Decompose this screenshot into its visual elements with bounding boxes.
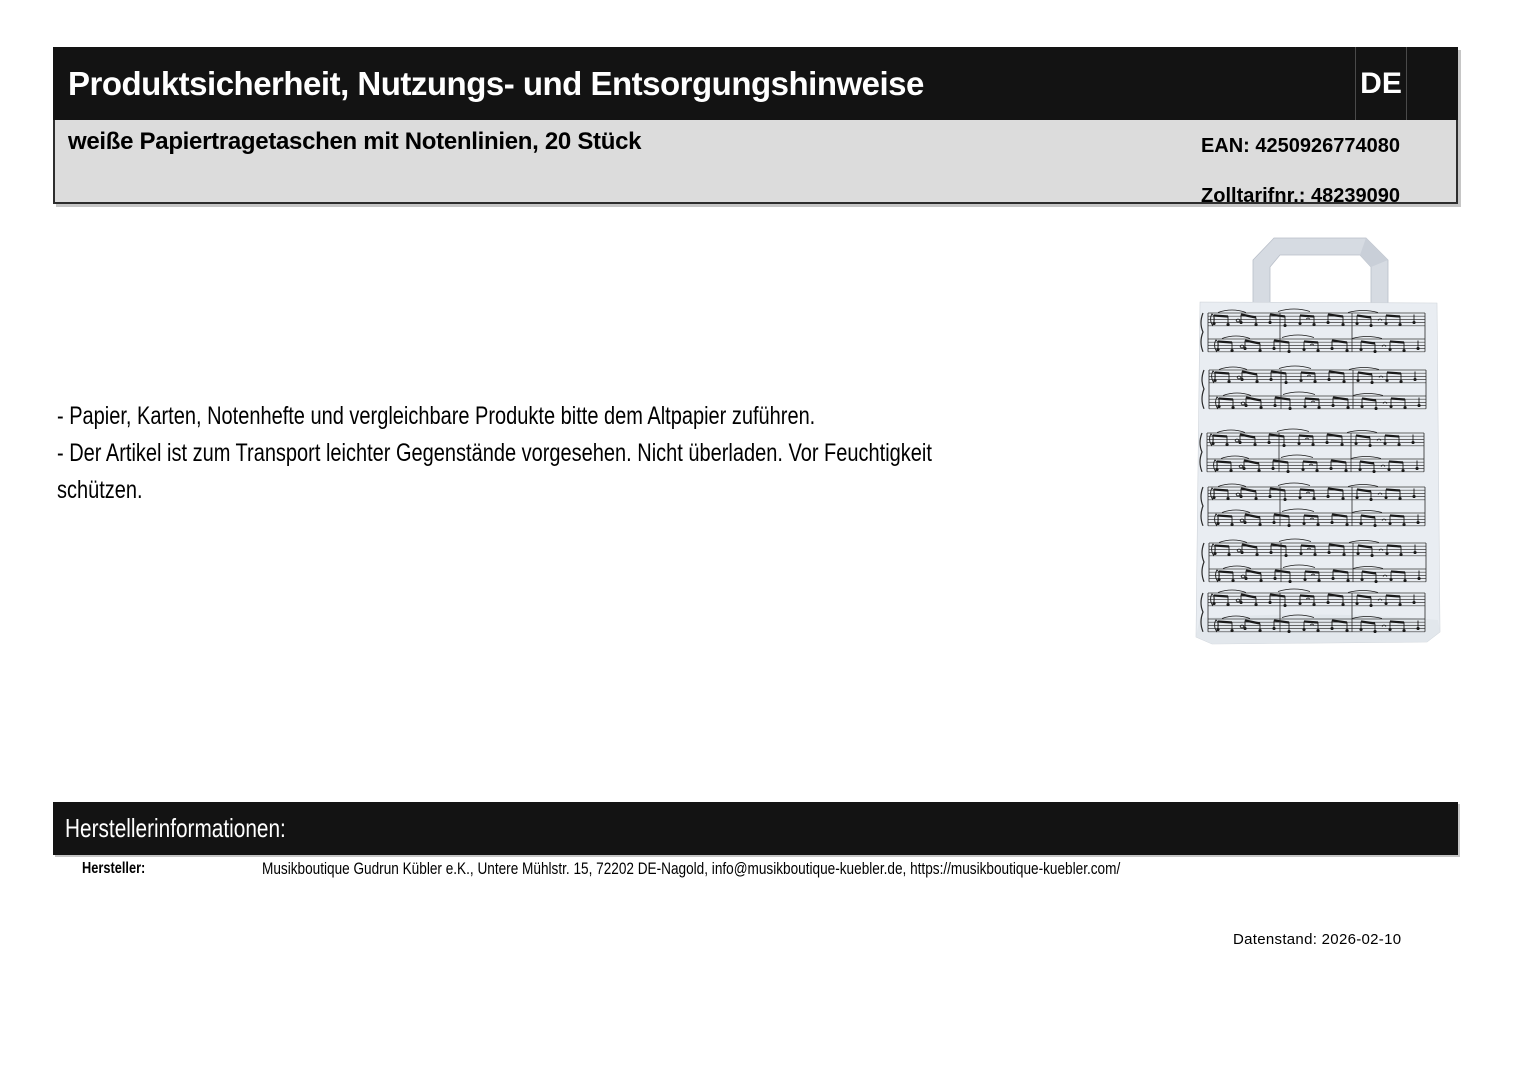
manufacturer-section-title: Herstellerinformationen: (65, 813, 286, 843)
language-code: DE (1360, 66, 1402, 100)
data-status: Datenstand: 2026-02-10 (1233, 931, 1402, 948)
note-line: schützen. (57, 476, 143, 504)
header-table: Produktsicherheit, Nutzungs- und Entsorg… (53, 47, 1458, 207)
manufacturer-section-bar: Herstellerinformationen: (53, 802, 1458, 855)
language-cell: DE (1355, 47, 1407, 120)
manufacturer-label: Hersteller: (82, 860, 146, 877)
header-title-bar: Produktsicherheit, Nutzungs- und Entsorg… (53, 47, 1458, 120)
note-line: - Papier, Karten, Notenhefte und verglei… (57, 402, 816, 430)
manufacturer-value: Musikboutique Gudrun Kübler e.K., Untere… (262, 859, 1121, 878)
product-safety-sheet: Produktsicherheit, Nutzungs- und Entsorg… (0, 0, 1520, 1075)
ean-code: EAN: 4250926774080 (1200, 135, 1400, 157)
page-title: Produktsicherheit, Nutzungs- und Entsorg… (68, 64, 924, 102)
header-product-bar: weiße Papiertragetaschen mit Notenlinien… (53, 120, 1458, 207)
product-image-bag (1195, 237, 1441, 645)
product-name: weiße Papiertragetaschen mit Notenlinien… (68, 128, 642, 155)
tariff-code: Zolltarifnr.: 48239090 (1201, 185, 1400, 207)
note-line: - Der Artikel ist zum Transport leichter… (57, 439, 932, 467)
safety-notes: - Papier, Karten, Notenhefte und verglei… (57, 402, 1151, 513)
product-codes: EAN: 4250926774080 Zolltarifnr.: 4823909… (1201, 121, 1400, 221)
